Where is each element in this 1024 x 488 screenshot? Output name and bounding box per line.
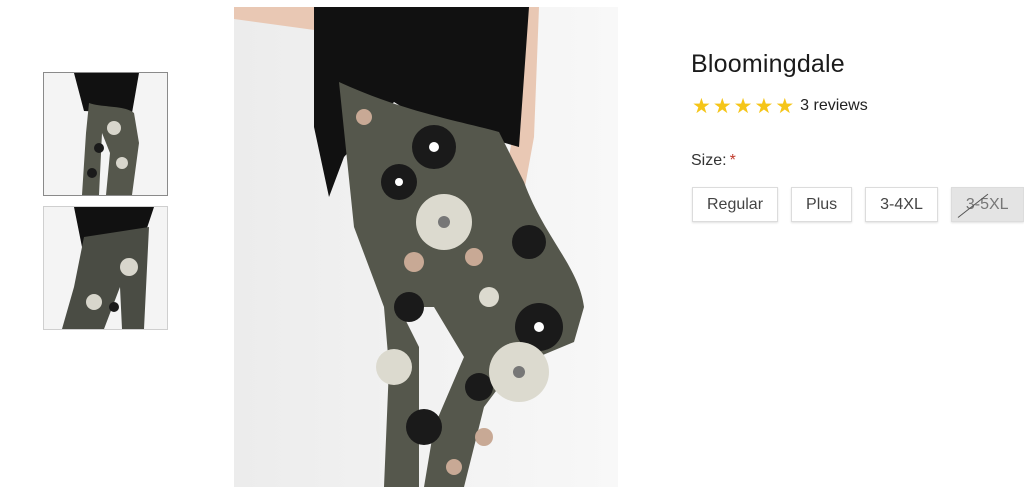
size-label: Size: * <box>691 152 736 170</box>
thumbnail-1[interactable] <box>43 72 168 196</box>
star-icon: ★ <box>712 94 732 118</box>
product-photo <box>234 7 618 487</box>
rating-stars: ★ ★ ★ ★ ★ <box>692 96 794 117</box>
product-rating: ★ ★ ★ ★ ★ 3 reviews <box>692 94 868 118</box>
star-icon: ★ <box>754 94 774 118</box>
product-thumbnail-image-2 <box>44 207 167 329</box>
size-option-label: 3-4XL <box>880 195 923 213</box>
star-icon: ★ <box>733 94 753 118</box>
size-option-3-5xl[interactable]: 3-5XL <box>950 187 1024 222</box>
size-option-regular[interactable]: Regular <box>692 187 779 222</box>
size-option-label: Regular <box>707 195 764 213</box>
size-label-text: Size: <box>691 152 727 169</box>
star-icon: ★ <box>775 94 795 118</box>
size-option-3-4xl[interactable]: 3-4XL <box>865 187 938 222</box>
required-marker: * <box>729 152 736 169</box>
size-options: Regular Plus 3-4XL 3-5XL <box>692 187 1024 222</box>
product-thumbnail-image-1 <box>44 73 167 195</box>
thumbnail-2[interactable] <box>43 206 168 330</box>
main-product-image[interactable] <box>234 7 618 487</box>
size-option-plus[interactable]: Plus <box>791 187 853 222</box>
review-count-link[interactable]: 3 reviews <box>800 97 868 115</box>
size-option-label: Plus <box>806 195 838 213</box>
product-title: Bloomingdale <box>691 50 845 78</box>
star-icon: ★ <box>692 94 711 118</box>
